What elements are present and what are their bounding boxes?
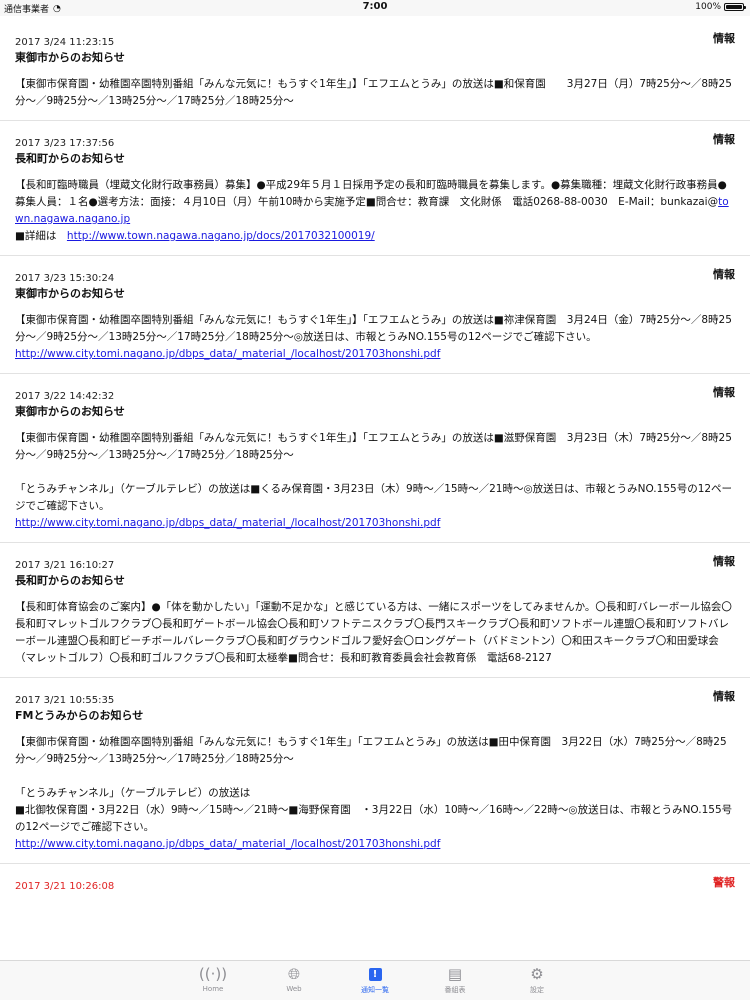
notification-date: 2017 3/22 14:42:32 [15, 391, 115, 402]
notification-category: 情報 [713, 555, 735, 568]
notification-list[interactable]: 2017 3/24 11:23:15 情報 東御市からのお知らせ 【東御市保育園… [0, 20, 750, 960]
notification-item[interactable]: 2017 3/22 14:42:32 情報 東御市からのお知らせ 【東御市保育園… [0, 374, 750, 543]
notification-category: 情報 [713, 690, 735, 703]
gear-icon: ⚙ [530, 965, 544, 983]
notification-title: 東御市からのお知らせ [15, 405, 125, 418]
detail-label: ■詳細は [15, 230, 67, 242]
notification-category: 警報 [713, 876, 735, 889]
notification-body: 【東御市保育園・幼稚園卒園特別番組「みんな元気に！もうすぐ1年生」「エフエムとう… [15, 734, 735, 853]
tab-home[interactable]: ((·)) Home [183, 964, 243, 993]
notification-body-text: 【長和町臨時職員（埋蔵文化財行政事務員）募集】●平成29年５月１日採用予定の長和… [15, 179, 727, 208]
notification-item[interactable]: 2017 3/21 10:55:35 情報 FMとうみからのお知らせ 【東御市保… [0, 678, 750, 864]
antenna-icon: ((·)) [198, 965, 228, 983]
notification-link[interactable]: http://www.city.tomi.nagano.jp/dbps_data… [15, 348, 440, 360]
notification-body-text: 【東御市保育園・幼稚園卒園特別番組「みんな元気に！もうすぐ1年生」「エフエムとう… [15, 736, 733, 833]
notification-title: 東御市からのお知らせ [15, 51, 125, 64]
notification-body: 【東御市保育園・幼稚園卒園特別番組「みんな元気に！もうすぐ1年生」】「エフエムと… [15, 312, 735, 363]
notification-item[interactable]: 2017 3/23 15:30:24 情報 東御市からのお知らせ 【東御市保育園… [0, 256, 750, 374]
notification-body: 【長和町体育協会のご案内】●「体を動かしたい」「運動不足かな」と感じている方は、… [15, 601, 732, 664]
notification-date: 2017 3/23 15:30:24 [15, 273, 115, 284]
globe-icon: 🌐︎ [287, 965, 300, 983]
notification-category: 情報 [713, 386, 735, 399]
notification-item[interactable]: 2017 3/23 17:37:56 情報 長和町からのお知らせ 【長和町臨時職… [0, 121, 750, 256]
tab-bar: ((·)) Home 🌐︎ Web ! 通知一覧 ▤ 番組表 ⚙ 設定 [0, 960, 750, 1000]
battery-area: 100% [695, 2, 746, 12]
notification-date: 2017 3/21 10:26:08 [15, 881, 115, 892]
notification-link[interactable]: http://www.town.nagawa.nagano.jp/docs/20… [67, 230, 375, 242]
tab-schedule[interactable]: ▤ 番組表 [425, 964, 485, 995]
notification-category: 情報 [713, 268, 735, 281]
notice-icon: ! [345, 964, 405, 984]
notification-date: 2017 3/21 10:55:35 [15, 695, 115, 706]
notification-body: 【長和町臨時職員（埋蔵文化財行政事務員）募集】●平成29年５月１日採用予定の長和… [15, 177, 735, 245]
tab-label: 番組表 [444, 986, 466, 994]
notification-date: 2017 3/21 16:10:27 [15, 560, 115, 571]
notification-title: 長和町からのお知らせ [15, 574, 125, 587]
notification-item[interactable]: 2017 3/21 16:10:27 情報 長和町からのお知らせ 【長和町体育協… [0, 543, 750, 678]
tab-label: 設定 [530, 986, 544, 994]
tab-web[interactable]: 🌐︎ Web [264, 964, 324, 993]
tab-label: Home [202, 985, 224, 993]
notification-title: 東御市からのお知らせ [15, 287, 125, 300]
tab-label: 通知一覧 [361, 986, 389, 994]
tab-settings[interactable]: ⚙ 設定 [507, 964, 567, 995]
notification-date: 2017 3/24 11:23:15 [15, 37, 115, 48]
clock: 7:00 [362, 1, 388, 12]
notification-body: 【東御市保育園・幼稚園卒園特別番組「みんな元気に！もうすぐ1年生」】「エフエムと… [15, 430, 735, 532]
notification-item[interactable]: 2017 3/24 11:23:15 情報 東御市からのお知らせ 【東御市保育園… [0, 20, 750, 121]
notification-title: FMとうみからのお知らせ [15, 709, 144, 722]
notification-link[interactable]: http://www.city.tomi.nagano.jp/dbps_data… [15, 838, 440, 850]
notification-category: 情報 [713, 133, 735, 146]
notification-body: 【東御市保育園・幼稚園卒園特別番組「みんな元気に！もうすぐ1年生」】「エフエムと… [15, 78, 732, 107]
status-bar: 通信事業者 ◔ 7:00 100% [0, 0, 750, 16]
notification-title: 長和町からのお知らせ [15, 152, 125, 165]
notification-item-alert[interactable]: 2017 3/21 10:26:08 警報 [0, 864, 750, 902]
tab-notifications[interactable]: ! 通知一覧 [345, 964, 405, 995]
battery-icon [724, 3, 746, 11]
notification-date: 2017 3/23 17:37:56 [15, 138, 115, 149]
tab-label: Web [286, 985, 302, 993]
notification-body-text: 【東御市保育園・幼稚園卒園特別番組「みんな元気に！もうすぐ1年生」】「エフエムと… [15, 432, 733, 512]
calendar-icon: ▤ [447, 965, 463, 983]
battery-percent: 100% [695, 2, 721, 12]
notification-category: 情報 [713, 32, 735, 45]
notification-link[interactable]: http://www.city.tomi.nagano.jp/dbps_data… [15, 517, 440, 529]
notification-body-text: 【東御市保育園・幼稚園卒園特別番組「みんな元気に！もうすぐ1年生」】「エフエムと… [15, 314, 732, 343]
